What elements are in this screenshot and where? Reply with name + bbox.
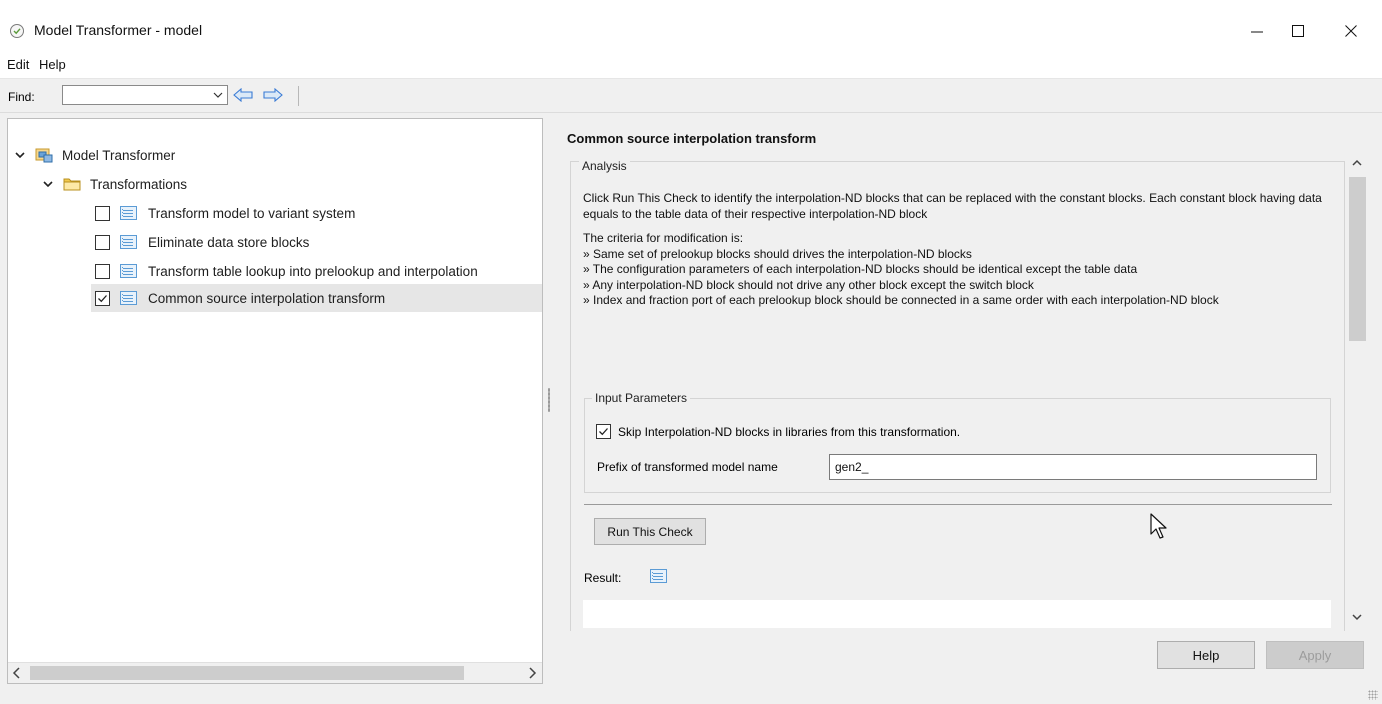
result-report-icon[interactable] [650, 569, 678, 583]
prefix-input[interactable] [829, 454, 1317, 480]
criteria-item: » Any interpolation-ND block should not … [583, 277, 1034, 292]
tree-root[interactable]: Model Transformer [13, 141, 175, 169]
minimize-icon [1251, 31, 1263, 33]
tree-item-label: Transform model to variant system [148, 205, 356, 221]
tree-item-label: Eliminate data store blocks [148, 234, 310, 250]
tree-root-label: Model Transformer [62, 147, 176, 163]
tree-horizontal-scrollbar[interactable] [8, 662, 542, 683]
skip-libraries-checkbox[interactable] [596, 424, 611, 439]
scroll-thumb[interactable] [1349, 177, 1366, 341]
mouse-cursor-icon [1150, 513, 1167, 539]
analysis-text: Click Run This Check to identify the int… [583, 191, 1328, 309]
folder-icon [63, 176, 81, 192]
criteria-item: » Same set of prelookup blocks should dr… [583, 246, 972, 261]
find-label: Find: [8, 90, 35, 104]
apply-button[interactable]: Apply [1266, 641, 1364, 669]
tree-item[interactable]: Transform table lookup into prelookup an… [95, 257, 478, 285]
scroll-thumb[interactable] [30, 666, 464, 680]
run-this-check-button[interactable]: Run This Check [594, 518, 706, 545]
menu-edit[interactable]: Edit [7, 57, 29, 72]
result-label: Result: [584, 571, 622, 585]
transformations-tree[interactable]: Model Transformer Transformations Transf… [7, 118, 543, 684]
item-checkbox-checked[interactable] [95, 290, 110, 306]
app-check-icon [10, 24, 24, 38]
detail-title: Common source interpolation transform [567, 131, 817, 146]
chevron-down-icon[interactable] [212, 89, 224, 101]
tree-item-selected[interactable]: Common source interpolation transform [91, 284, 542, 312]
chevron-down-icon[interactable] [13, 148, 27, 162]
model-transformer-icon [35, 147, 53, 163]
scroll-down-icon [1352, 614, 1362, 621]
check-document-icon [120, 206, 137, 220]
checkmark-icon [98, 294, 107, 302]
check-document-icon [120, 264, 137, 278]
skip-libraries-label: Skip Interpolation-ND blocks in librarie… [618, 424, 961, 439]
tree-folder-label: Transformations [90, 176, 188, 192]
detail-vertical-scrollbar[interactable] [1347, 154, 1366, 630]
tree-item-label: Transform table lookup into prelookup an… [148, 263, 478, 279]
menu-help[interactable]: Help [39, 57, 66, 72]
chevron-down-icon[interactable] [41, 177, 55, 191]
find-next-button[interactable] [262, 86, 284, 104]
criteria-item: » The configuration parameters of each i… [583, 262, 1138, 276]
title-bar: Model Transformer - model [0, 0, 1382, 50]
analysis-description: Click Run This Check to identify the int… [583, 191, 1322, 221]
item-checkbox[interactable] [95, 205, 110, 221]
window-title: Model Transformer - model [34, 22, 203, 38]
analysis-legend: Analysis [579, 159, 630, 173]
find-combobox[interactable] [62, 85, 228, 105]
find-previous-button[interactable] [232, 86, 254, 104]
minimize-button-real[interactable] [1234, 14, 1280, 48]
section-divider [584, 504, 1332, 505]
skip-libraries-option[interactable]: Skip Interpolation-ND blocks in librarie… [596, 424, 960, 439]
help-button[interactable]: Help [1157, 641, 1255, 669]
menu-bar: Edit Help [0, 50, 1382, 79]
panel-splitter[interactable] [548, 388, 550, 412]
input-parameters-legend: Input Parameters [592, 391, 691, 405]
scroll-up-icon [1352, 159, 1362, 166]
tree-folder-transformations[interactable]: Transformations [41, 170, 187, 198]
maximize-icon [1292, 25, 1304, 37]
scroll-right-icon [529, 667, 537, 679]
result-area [583, 600, 1331, 628]
find-toolbar: Find: [0, 79, 1382, 113]
tree-item[interactable]: Transform model to variant system [95, 199, 355, 227]
checkmark-icon [599, 428, 608, 436]
item-checkbox[interactable] [95, 234, 110, 250]
toolbar-separator [298, 86, 299, 106]
resize-grip[interactable] [1368, 690, 1378, 700]
check-document-icon [120, 235, 137, 249]
maximize-button[interactable] [1275, 14, 1321, 48]
criteria-heading: The criteria for modification is: [583, 231, 744, 245]
arrow-right-icon [263, 88, 283, 102]
prefix-label: Prefix of transformed model name [597, 460, 778, 474]
criteria-item: » Index and fraction port of each preloo… [583, 293, 1219, 307]
tree-item-label: Common source interpolation transform [148, 290, 386, 306]
item-checkbox[interactable] [95, 263, 110, 279]
model-transformer-window: Model Transformer - model Edit Help Find… [0, 0, 1382, 704]
close-button[interactable] [1328, 14, 1374, 48]
check-document-icon [650, 569, 667, 583]
close-icon [1345, 25, 1357, 37]
tree-item[interactable]: Eliminate data store blocks [95, 228, 309, 256]
arrow-left-icon [233, 88, 253, 102]
scroll-left-icon [12, 667, 20, 679]
check-document-icon [120, 291, 137, 305]
